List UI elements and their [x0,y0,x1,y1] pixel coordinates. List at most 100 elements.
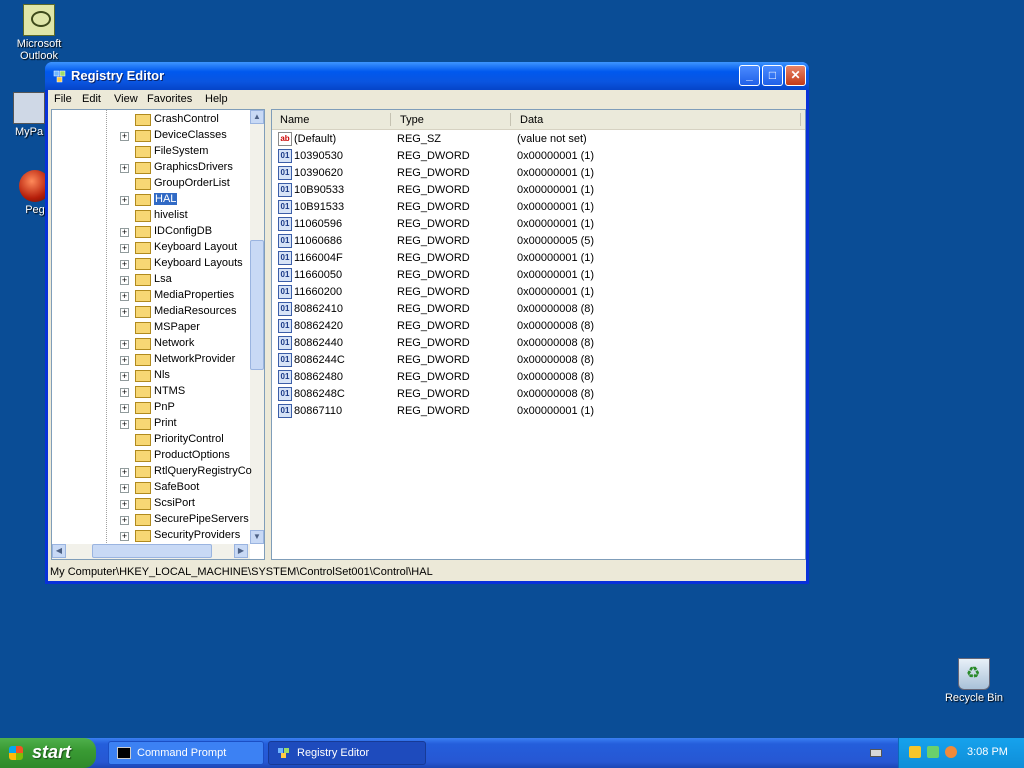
table-row[interactable]: 01 10390620 REG_DWORD 0x00000001 (1) [272,165,805,182]
expand-plus-icon[interactable]: + [120,484,129,493]
column-header-data[interactable]: Data [520,114,543,126]
tree-node[interactable]: MSPaper [52,320,252,336]
tree-node[interactable]: + SecurePipeServers [52,512,252,528]
table-row[interactable]: 01 80867110 REG_DWORD 0x00000001 (1) [272,403,805,420]
title-bar[interactable]: Registry Editor _ □ ✕ [45,62,809,90]
expand-plus-icon[interactable]: + [120,164,129,173]
tree-node[interactable]: + NTMS [52,384,252,400]
tree-node[interactable]: + Keyboard Layouts [52,256,252,272]
tree-node[interactable]: + Keyboard Layout [52,240,252,256]
keyboard-icon[interactable] [870,749,882,757]
column-divider[interactable] [800,113,801,126]
table-row[interactable]: 01 1166004F REG_DWORD 0x00000001 (1) [272,250,805,267]
expand-plus-icon[interactable]: + [120,196,129,205]
menu-view[interactable]: View [114,93,138,105]
table-row[interactable]: 01 80862420 REG_DWORD 0x00000008 (8) [272,318,805,335]
scroll-left-arrow-icon[interactable]: ◀ [52,544,66,558]
expand-plus-icon[interactable]: + [120,516,129,525]
table-row[interactable]: 01 11060596 REG_DWORD 0x00000001 (1) [272,216,805,233]
tree-node[interactable]: + ScsiPort [52,496,252,512]
menu-favorites[interactable]: Favorites [147,93,192,105]
tree-vertical-scrollbar[interactable]: ▲ ▼ [250,110,264,544]
minimize-button[interactable]: _ [739,65,760,86]
menu-help[interactable]: Help [205,93,228,105]
expand-plus-icon[interactable]: + [120,292,129,301]
tree-node[interactable]: + NetworkProvider [52,352,252,368]
expand-plus-icon[interactable]: + [120,340,129,349]
tree-node[interactable]: + DeviceClasses [52,128,252,144]
scroll-up-arrow-icon[interactable]: ▲ [250,110,264,124]
tree-node[interactable]: ProductOptions [52,448,252,464]
expand-plus-icon[interactable]: + [120,132,129,141]
tree-node[interactable]: + MediaProperties [52,288,252,304]
expand-plus-icon[interactable]: + [120,500,129,509]
table-row[interactable]: 01 80862480 REG_DWORD 0x00000008 (8) [272,369,805,386]
maximize-button[interactable]: □ [762,65,783,86]
tree-node-label: HAL [154,193,178,205]
scroll-thumb[interactable] [92,544,212,558]
folder-icon [135,306,151,318]
table-row[interactable]: 01 10390530 REG_DWORD 0x00000001 (1) [272,148,805,165]
expand-plus-icon[interactable]: + [120,276,129,285]
tree-node[interactable]: CrashControl [52,112,252,128]
scroll-thumb[interactable] [250,240,264,370]
expand-plus-icon[interactable]: + [120,404,129,413]
tree-node[interactable]: + RtlQueryRegistryCo [52,464,252,480]
table-row[interactable]: 01 11660050 REG_DWORD 0x00000001 (1) [272,267,805,284]
security-shield-icon[interactable] [909,746,921,758]
column-divider[interactable] [510,113,511,126]
tree-node[interactable]: + Network [52,336,252,352]
tree-node[interactable]: + MediaResources [52,304,252,320]
expand-plus-icon[interactable]: + [120,260,129,269]
tree-node[interactable]: + IDConfigDB [52,224,252,240]
expand-plus-icon[interactable]: + [120,420,129,429]
table-row[interactable]: 01 11060686 REG_DWORD 0x00000005 (5) [272,233,805,250]
expand-plus-icon[interactable]: + [120,228,129,237]
registry-tree[interactable]: ▲ ▼ ◀ ▶ CrashControl + DeviceClasses FileSy… [51,109,265,560]
tree-node[interactable]: + Print [52,416,252,432]
desktop-icon-recycle-bin[interactable]: Recycle Bin [935,658,1013,704]
menu-file[interactable]: File [54,93,72,105]
tree-node[interactable]: + SecurityProviders [52,528,252,544]
tree-node[interactable]: + GraphicsDrivers [52,160,252,176]
table-row[interactable]: 01 80862440 REG_DWORD 0x00000008 (8) [272,335,805,352]
expand-plus-icon[interactable]: + [120,244,129,253]
table-row[interactable]: 01 11660200 REG_DWORD 0x00000001 (1) [272,284,805,301]
tree-node[interactable]: + SafeBoot [52,480,252,496]
column-header-type[interactable]: Type [400,114,424,126]
tree-node[interactable]: + Lsa [52,272,252,288]
tree-node[interactable]: PriorityControl [52,432,252,448]
expand-plus-icon[interactable]: + [120,308,129,317]
desktop-icon-outlook[interactable]: Microsoft Outlook [0,4,78,62]
table-row[interactable]: 01 8086244C REG_DWORD 0x00000008 (8) [272,352,805,369]
scroll-down-arrow-icon[interactable]: ▼ [250,530,264,544]
expand-plus-icon[interactable]: + [120,468,129,477]
close-button[interactable]: ✕ [785,65,806,86]
tree-node[interactable]: + PnP [52,400,252,416]
tree-horizontal-scrollbar[interactable]: ◀ ▶ [52,544,250,559]
tree-node[interactable]: hivelist [52,208,252,224]
search-icon[interactable] [945,746,957,758]
network-icon[interactable] [927,746,939,758]
menu-edit[interactable]: Edit [82,93,101,105]
table-row[interactable]: 01 8086248C REG_DWORD 0x00000008 (8) [272,386,805,403]
column-header-name[interactable]: Name [280,114,309,126]
tree-node[interactable]: FileSystem [52,144,252,160]
scroll-right-arrow-icon[interactable]: ▶ [234,544,248,558]
column-divider[interactable] [390,113,391,126]
tree-node[interactable]: + HAL [52,192,252,208]
task-command-prompt[interactable]: Command Prompt [108,741,264,765]
values-list[interactable]: Name Type Data ab (Default) REG_SZ (value n… [271,109,806,560]
tree-node[interactable]: GroupOrderList [52,176,252,192]
expand-plus-icon[interactable]: + [120,356,129,365]
table-row[interactable]: ab (Default) REG_SZ (value not set) [272,131,805,148]
expand-plus-icon[interactable]: + [120,372,129,381]
table-row[interactable]: 01 80862410 REG_DWORD 0x00000008 (8) [272,301,805,318]
expand-plus-icon[interactable]: + [120,388,129,397]
task-registry-editor[interactable]: Registry Editor [268,741,426,765]
expand-plus-icon[interactable]: + [120,532,129,541]
table-row[interactable]: 01 10B90533 REG_DWORD 0x00000001 (1) [272,182,805,199]
start-button[interactable]: start [0,738,96,768]
tree-node[interactable]: + Nls [52,368,252,384]
table-row[interactable]: 01 10B91533 REG_DWORD 0x00000001 (1) [272,199,805,216]
